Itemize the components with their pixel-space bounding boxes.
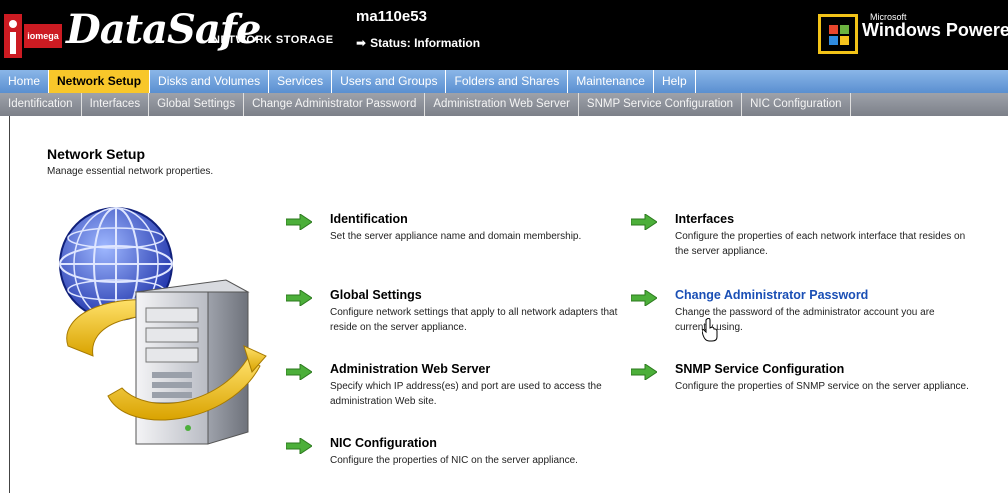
green-arrow-icon xyxy=(286,214,312,230)
subnav-admin-web-server[interactable]: Administration Web Server xyxy=(425,93,579,116)
nav-maintenance[interactable]: Maintenance xyxy=(568,70,654,93)
green-arrow-icon xyxy=(286,290,312,306)
nav-network-setup[interactable]: Network Setup xyxy=(49,70,151,93)
windows-powered-logo: Microsoft Windows Powered xyxy=(862,12,1008,41)
task-identification[interactable]: Identification Set the server appliance … xyxy=(286,212,616,252)
main-nav: Home Network Setup Disks and Volumes Ser… xyxy=(0,70,1008,93)
task-snmp-service-config[interactable]: SNMP Service Configuration Configure the… xyxy=(631,362,969,410)
nav-services[interactable]: Services xyxy=(269,70,333,93)
subnav-nic-configuration[interactable]: NIC Configuration xyxy=(742,93,851,116)
task-description: Change the password of the administrator… xyxy=(675,307,935,333)
green-arrow-icon xyxy=(631,214,657,230)
nav-disks-and-volumes[interactable]: Disks and Volumes xyxy=(150,70,270,93)
task-title[interactable]: Interfaces xyxy=(675,212,734,226)
task-global-settings[interactable]: Global Settings Configure network settin… xyxy=(286,288,617,336)
nav-folders-and-shares[interactable]: Folders and Shares xyxy=(446,70,569,93)
task-nic-configuration[interactable]: NIC Configuration Configure the properti… xyxy=(286,436,616,476)
subnav-identification[interactable]: Identification xyxy=(0,93,82,116)
task-title[interactable]: Change Administrator Password xyxy=(675,288,868,302)
server-hostname: ma110e53 xyxy=(356,8,427,25)
green-arrow-icon xyxy=(631,290,657,306)
task-description: Set the server appliance name and domain… xyxy=(330,231,582,242)
page-title: Network Setup xyxy=(47,146,146,162)
green-arrow-icon xyxy=(286,438,312,454)
status-text: Status: Information xyxy=(370,36,481,50)
subnav-interfaces[interactable]: Interfaces xyxy=(82,93,150,116)
task-admin-web-server[interactable]: Administration Web Server Specify which … xyxy=(286,362,616,410)
hand-cursor-icon xyxy=(702,318,718,342)
task-title[interactable]: NIC Configuration xyxy=(330,436,437,450)
content-left-border xyxy=(9,116,10,493)
subnav-snmp-service-config[interactable]: SNMP Service Configuration xyxy=(579,93,743,116)
status-line[interactable]: ➡ Status: Information xyxy=(356,36,480,50)
globe-server-illustration xyxy=(59,207,267,445)
task-description: Configure network settings that apply to… xyxy=(330,307,618,333)
subnav-change-admin-password[interactable]: Change Administrator Password xyxy=(244,93,426,116)
green-arrow-icon xyxy=(286,364,312,380)
green-arrow-icon xyxy=(631,364,657,380)
nav-home[interactable]: Home xyxy=(0,70,50,93)
iomega-logo: iomega xyxy=(24,24,62,48)
task-description: Configure the properties of NIC on the s… xyxy=(330,455,578,466)
nav-users-and-groups[interactable]: Users and Groups xyxy=(332,70,447,93)
windows-powered-label: Windows Powered xyxy=(862,20,1008,40)
header-banner: iomega DataSafe NETWORK STORAGE ma110e53… xyxy=(0,0,1008,70)
iomega-i-logo-icon xyxy=(4,14,22,58)
task-interfaces[interactable]: Interfaces Configure the properties of e… xyxy=(631,212,965,260)
task-description: Configure the properties of each network… xyxy=(675,231,966,257)
arrow-right-icon: ➡ xyxy=(356,36,367,50)
subnav-global-settings[interactable]: Global Settings xyxy=(149,93,245,116)
page-description: Manage essential network properties. xyxy=(47,166,214,177)
task-description: Configure the properties of SNMP service… xyxy=(675,381,969,392)
brand-subtitle: NETWORK STORAGE xyxy=(212,34,334,46)
task-title[interactable]: Administration Web Server xyxy=(330,362,490,376)
sub-nav: Identification Interfaces Global Setting… xyxy=(0,93,1008,116)
task-description: Specify which IP address(es) and port ar… xyxy=(330,381,602,407)
windows-flag-icon xyxy=(818,14,858,54)
task-title[interactable]: SNMP Service Configuration xyxy=(675,362,844,376)
task-title[interactable]: Identification xyxy=(330,212,408,226)
task-title[interactable]: Global Settings xyxy=(330,288,422,302)
task-change-admin-password[interactable]: Change Administrator Password Change the… xyxy=(631,288,961,336)
nav-help[interactable]: Help xyxy=(654,70,696,93)
